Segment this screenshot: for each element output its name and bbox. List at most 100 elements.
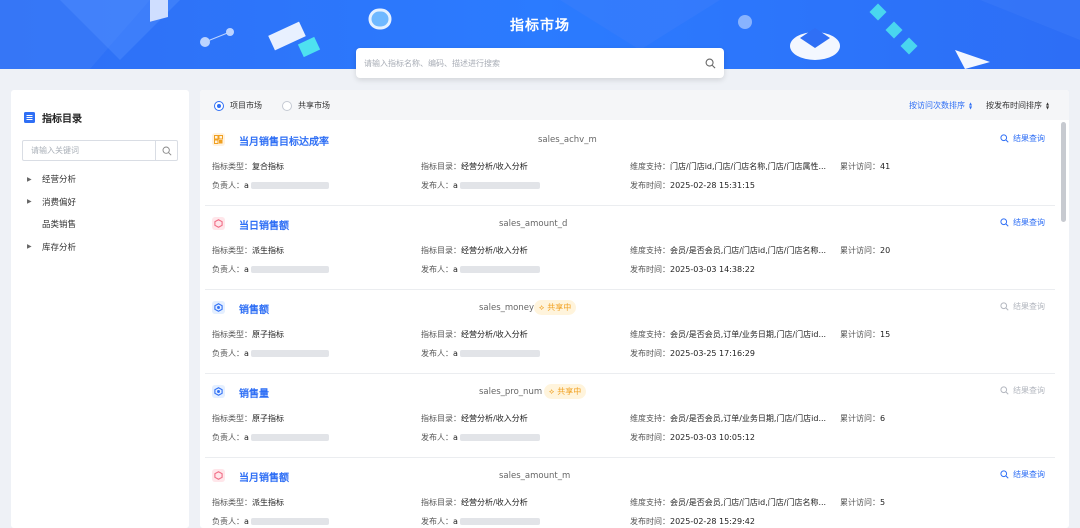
derived-icon: [212, 217, 225, 230]
tab-project-market[interactable]: 项目市场: [214, 100, 262, 111]
sort-by-publish-time[interactable]: 按发布时间排序 ▲ ▼: [986, 100, 1049, 111]
atomic-icon: [212, 385, 225, 398]
redacted-name: [250, 350, 329, 357]
metric-code: sales_achv_m: [538, 135, 597, 145]
publisher-field: 发布人：a: [421, 432, 540, 443]
publisher-field: 发布人：a: [421, 180, 540, 191]
metric-list-panel: 项目市场 共享市场 按访问次数排序 ▲ ▼ 按发布时间排序 ▲ ▼ 当月销售目标达成…: [200, 90, 1069, 528]
redacted-name: [250, 434, 329, 441]
metric-type-field: 指标类型：派生指标: [212, 246, 284, 255]
dimension-support-field: 维度支持：门店/门店id,门店/门店名称,门店/门店属性...: [630, 162, 827, 171]
metric-type-field: 指标类型：派生指标: [212, 498, 284, 507]
metric-card[interactable]: 当月销售额 sales_amount_m 结果查询指标类型：派生指标 指标目录：经营分…: [200, 458, 1055, 528]
tree-item-business-analysis[interactable]: ▶ 经营分析: [25, 168, 185, 191]
scrollbar-thumb[interactable]: [1061, 122, 1066, 222]
search-icon[interactable]: [705, 58, 716, 69]
metric-type-field: 指标类型：复合指标: [212, 162, 284, 171]
sort-by-visits[interactable]: 按访问次数排序 ▲ ▼: [909, 100, 972, 111]
result-query-link[interactable]: 结果查询: [1000, 301, 1045, 312]
global-search-box: [356, 48, 724, 78]
search-icon: [1000, 218, 1009, 227]
sort-icon: ▲ ▼: [969, 100, 973, 110]
sidebar-header: 指标目录: [24, 110, 82, 125]
metric-name-link[interactable]: 当月销售额: [239, 469, 289, 484]
redacted-name: [459, 182, 540, 189]
share-icon: ⟡: [539, 302, 545, 312]
atomic-icon: [212, 301, 225, 314]
metric-catalog-field: 指标目录：经营分析/收入分析: [421, 330, 528, 339]
derived-icon: [212, 469, 225, 482]
catalog-sidebar: 指标目录 ▶ 经营分析 ▶ 消费偏好 品类销售 ▶ 库存分析: [11, 90, 189, 528]
redacted-name: [459, 434, 540, 441]
metric-code: sales_amount_m: [499, 471, 571, 481]
result-query-link[interactable]: 结果查询: [1000, 385, 1045, 396]
owner-field: 负责人：a: [212, 516, 329, 527]
redacted-name: [250, 266, 329, 273]
result-query-link[interactable]: 结果查询: [1000, 217, 1045, 228]
visit-count-field: 累计访问：15: [840, 330, 891, 339]
metric-code: sales_pro_num: [479, 387, 543, 397]
metric-name-link[interactable]: 销售额: [239, 301, 269, 316]
redacted-name: [250, 518, 329, 525]
result-query-link[interactable]: 结果查询: [1000, 469, 1045, 480]
metric-type-field: 指标类型：原子指标: [212, 414, 284, 423]
metric-catalog-field: 指标目录：经营分析/收入分析: [421, 498, 528, 507]
visit-count-field: 累计访问：41: [840, 162, 891, 171]
metric-name-link[interactable]: 当日销售额: [239, 217, 289, 232]
search-icon: [1000, 470, 1009, 479]
metric-card[interactable]: 当日销售额 sales_amount_d 结果查询 指标类型：派生指标 指标目录：经营分…: [200, 206, 1055, 290]
owner-field: 负责人：a: [212, 348, 329, 359]
shared-badge: ⟡ 共享中: [544, 384, 587, 399]
owner-field: 负责人：a: [212, 180, 329, 191]
sidebar-title: 指标目录: [42, 114, 82, 125]
dimension-support-field: 维度支持：会员/是否会员,门店/门店id,门店/门店名称...: [630, 498, 827, 507]
radio-unchecked-icon: [282, 100, 292, 111]
search-icon: [1000, 386, 1009, 395]
redacted-name: [459, 266, 540, 273]
tree-item-label: 库存分析: [42, 242, 77, 253]
tree-item-inventory-analysis[interactable]: ▶ 库存分析: [25, 236, 185, 259]
market-tabs: 项目市场 共享市场 按访问次数排序 ▲ ▼ 按发布时间排序 ▲ ▼: [200, 90, 1069, 120]
metric-code: sales_money: [479, 303, 535, 313]
publisher-field: 发布人：a: [421, 516, 540, 527]
tree-item-label: 消费偏好: [42, 197, 77, 208]
publisher-field: 发布人：a: [421, 264, 540, 275]
visit-count-field: 累计访问：6: [840, 414, 886, 423]
caret-right-icon[interactable]: ▶: [25, 243, 42, 250]
keyword-search: [22, 140, 178, 161]
search-icon: [1000, 134, 1009, 143]
caret-right-icon[interactable]: ▶: [25, 198, 42, 205]
publish-time-field: 发布时间：2025-02-28 15:29:42: [630, 517, 755, 526]
tree-item-label: 经营分析: [42, 175, 77, 186]
metric-card[interactable]: 销售额 sales_money ⟡ 共享中 结果查询指标类型：原子指标 指标目录：经营分析…: [200, 290, 1055, 374]
global-search-input[interactable]: [364, 58, 705, 68]
list-icon: [24, 112, 35, 123]
metric-name-link[interactable]: 当月销售目标达成率: [239, 133, 329, 148]
share-icon: ⟡: [549, 386, 555, 396]
keyword-search-button[interactable]: [155, 141, 177, 160]
caret-right-icon[interactable]: ▶: [25, 176, 42, 183]
tree-item-category-sales[interactable]: 品类销售: [25, 213, 185, 236]
metric-card[interactable]: 当月销售目标达成率 sales_achv_m 结果查询指标类型：复合指标 指标目录：经…: [200, 122, 1055, 206]
tree-item-label: 品类销售: [42, 220, 77, 231]
tab-shared-market[interactable]: 共享市场: [282, 100, 330, 111]
dimension-support-field: 维度支持：会员/是否会员,订单/业务日期,门店/门店id...: [630, 414, 827, 423]
metric-catalog-field: 指标目录：经营分析/收入分析: [421, 162, 528, 171]
publish-time-field: 发布时间：2025-03-25 17:16:29: [630, 349, 755, 358]
keyword-search-input[interactable]: [23, 141, 155, 160]
redacted-name: [459, 350, 540, 357]
search-icon: [1000, 302, 1009, 311]
owner-field: 负责人：a: [212, 264, 329, 275]
metric-card[interactable]: 销售量 sales_pro_num ⟡ 共享中 结果查询指标类型：原子指标 指标目录：经营…: [200, 374, 1055, 458]
publish-time-field: 发布时间：2025-03-03 10:05:12: [630, 433, 755, 442]
radio-checked-icon: [214, 100, 224, 111]
metric-name-link[interactable]: 销售量: [239, 385, 269, 400]
metric-type-field: 指标类型：原子指标: [212, 330, 284, 339]
shared-badge: ⟡ 共享中: [534, 300, 577, 315]
redacted-name: [459, 518, 540, 525]
composite-icon: [212, 133, 225, 146]
dimension-support-field: 维度支持：会员/是否会员,门店/门店id,门店/门店名称...: [630, 246, 827, 255]
metric-catalog-field: 指标目录：经营分析/收入分析: [421, 414, 528, 423]
tree-item-consumer-preference[interactable]: ▶ 消费偏好: [25, 191, 185, 214]
result-query-link[interactable]: 结果查询: [1000, 133, 1045, 144]
